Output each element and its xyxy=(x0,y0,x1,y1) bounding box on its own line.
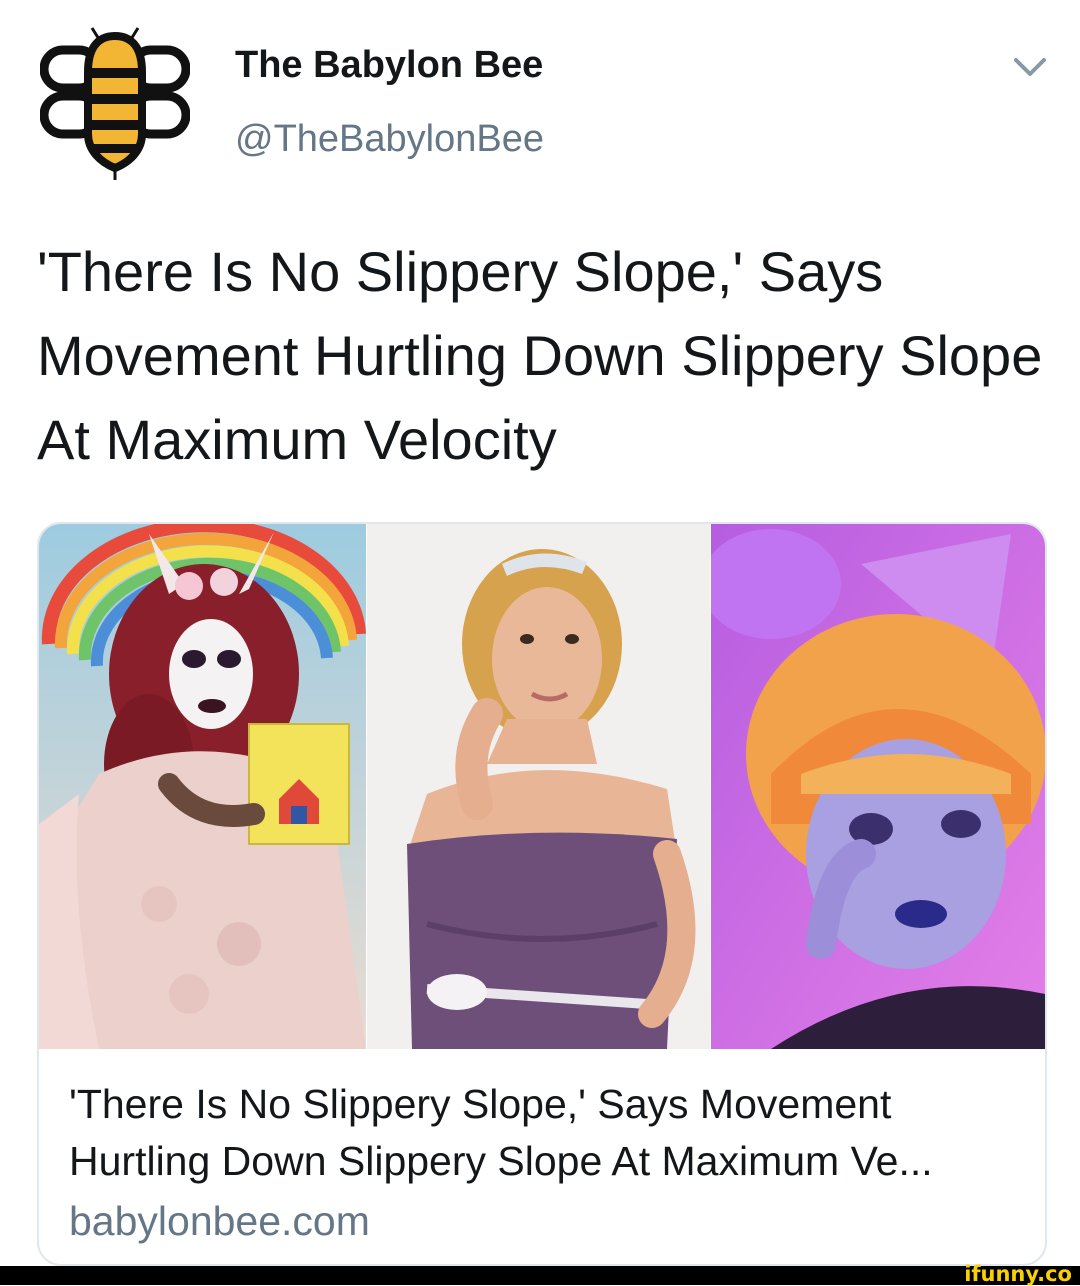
tweet-text: 'There Is No Slippery Slope,' Says Movem… xyxy=(37,240,1043,471)
author-display-name[interactable]: The Babylon Bee xyxy=(235,44,543,87)
author-handle[interactable]: @TheBabylonBee xyxy=(235,118,544,161)
footer-bar xyxy=(0,1266,1080,1285)
chevron-down-icon xyxy=(1014,58,1046,76)
link-card[interactable]: 'There Is No Slippery Slope,' Says Movem… xyxy=(37,522,1047,1266)
card-image-panel-right xyxy=(711,524,1045,1049)
card-image-panel-left xyxy=(39,524,366,1049)
card-image-panel-middle xyxy=(367,524,710,1049)
avatar[interactable] xyxy=(39,22,191,182)
card-title: 'There Is No Slippery Slope,' Says Movem… xyxy=(69,1081,933,1184)
watermark: ifunny.co xyxy=(964,1262,1072,1286)
card-domain: babylonbee.com xyxy=(69,1198,370,1244)
bee-logo-icon xyxy=(39,27,191,180)
tweet-menu-button[interactable] xyxy=(1010,52,1050,82)
card-image xyxy=(39,524,1045,1049)
